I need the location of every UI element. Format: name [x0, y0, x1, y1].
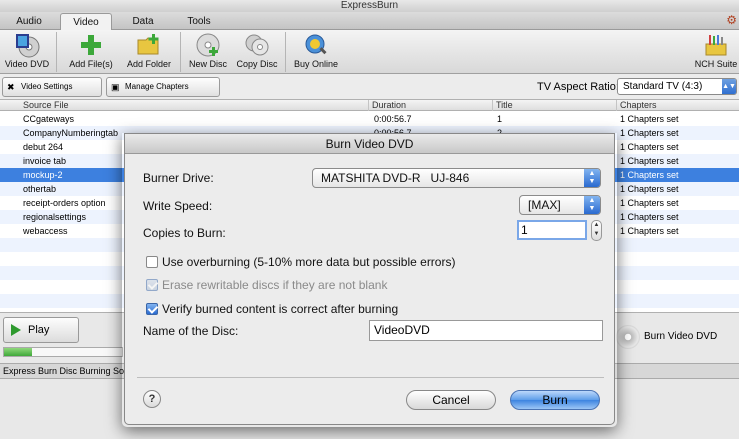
tab-data[interactable]: Data	[118, 13, 168, 30]
cell-title: 1	[497, 114, 503, 124]
list-header: Source File Duration Title Chapters	[0, 100, 739, 111]
help-button[interactable]: ?	[143, 390, 161, 408]
copies-input[interactable]: 1	[517, 220, 587, 240]
copies-stepper[interactable]: ▲ ▼	[591, 220, 602, 241]
buy-online-icon	[303, 32, 329, 58]
cell-file: CCgateways	[23, 114, 75, 124]
cancel-button[interactable]: Cancel	[406, 390, 496, 410]
progress-fill	[4, 348, 33, 356]
column-header-source[interactable]: Source File	[20, 100, 366, 111]
copies-label: Copies to Burn:	[143, 226, 226, 240]
new-disc-button[interactable]: New Disc	[186, 32, 230, 69]
column-header-chapters[interactable]: Chapters	[616, 100, 739, 111]
wrench-icon: ✖	[7, 82, 15, 92]
cell-chapters: 1 Chapters set	[620, 212, 679, 222]
cell-chapters: 1 Chapters set	[620, 156, 679, 166]
cell-chapters: 1 Chapters set	[620, 198, 679, 208]
tab-video[interactable]: Video	[60, 13, 112, 30]
disc-icon	[616, 325, 640, 349]
play-icon	[11, 324, 21, 336]
video-settings-button[interactable]: ✖ Video Settings	[2, 77, 102, 97]
cell-chapters: 1 Chapters set	[620, 114, 679, 124]
erase-label: Erase rewritable discs if they are not b…	[162, 278, 388, 292]
verify-checkbox[interactable]	[146, 303, 158, 315]
column-header-title[interactable]: Title	[492, 100, 614, 111]
buy-online-button[interactable]: Buy Online	[292, 32, 340, 69]
burn-dialog: Burn Video DVD Burner Drive: MATSHITA DV…	[124, 133, 615, 425]
burner-drive-select[interactable]: MATSHITA DVD-R UJ-846 ▲ ▼	[312, 168, 601, 188]
add-folder-icon	[136, 32, 162, 58]
dialog-title: Burn Video DVD	[125, 134, 614, 154]
progress-bar	[3, 347, 123, 357]
disc-name-label: Name of the Disc:	[143, 324, 239, 338]
new-disc-icon	[195, 32, 221, 58]
toolbar-separator	[285, 32, 286, 72]
tab-tools[interactable]: Tools	[174, 13, 224, 30]
aspect-ratio-select[interactable]: Standard TV (4:3) ▲▼	[617, 78, 737, 95]
manage-chapters-button[interactable]: ▣ Manage Chapters	[106, 77, 220, 97]
chevron-updown-icon: ▲▼	[722, 79, 736, 94]
column-header-duration[interactable]: Duration	[368, 100, 490, 111]
cell-chapters: 1 Chapters set	[620, 226, 679, 236]
add-folder-button[interactable]: Add Folder	[124, 32, 174, 69]
video-options-bar: ✖ Video Settings ▣ Manage Chapters TV As…	[0, 74, 739, 100]
table-row[interactable]: CCgateways 0:00:56.7 1 1 Chapters set	[0, 112, 739, 126]
cell-duration: 0:00:56.7	[374, 114, 412, 124]
overburn-checkbox[interactable]	[146, 256, 158, 268]
copy-disc-button[interactable]: Copy Disc	[234, 32, 280, 69]
verify-label: Verify burned content is correct after b…	[162, 302, 399, 316]
aspect-ratio-label: TV Aspect Ratio:	[537, 81, 619, 93]
chevron-updown-icon: ▲▼	[584, 196, 600, 214]
tab-audio[interactable]: Audio	[4, 13, 54, 30]
add-files-button[interactable]: Add File(s)	[64, 32, 118, 69]
chapters-icon: ▣	[111, 82, 120, 92]
write-speed-select[interactable]: [MAX] ▲ ▼	[519, 195, 601, 215]
burn-video-dvd-button[interactable]: Burn Video DVD	[614, 323, 738, 351]
overburn-label: Use overburning (5-10% more data but pos…	[162, 255, 456, 269]
copy-disc-icon	[244, 32, 270, 58]
cell-chapters: 1 Chapters set	[620, 184, 679, 194]
burner-drive-label: Burner Drive:	[143, 171, 214, 185]
chevron-updown-icon: ▲▼	[584, 169, 600, 187]
window-title: ExpressBurn	[0, 0, 739, 12]
add-file-icon	[78, 32, 104, 58]
nch-suite-icon	[703, 32, 729, 58]
toolbar-separator	[56, 32, 57, 72]
burn-button[interactable]: Burn	[510, 390, 600, 410]
video-dvd-icon	[14, 32, 40, 58]
gear-icon[interactable]: ⚙	[726, 13, 737, 27]
toolbar: Video DVD Add File(s) Add Folder New Dis…	[0, 30, 739, 74]
cell-chapters: 1 Chapters set	[620, 170, 679, 180]
video-dvd-button[interactable]: Video DVD	[4, 32, 50, 69]
cell-chapters: 1 Chapters set	[620, 142, 679, 152]
write-speed-label: Write Speed:	[143, 199, 213, 213]
tab-bar: Audio Video Data Tools ⚙	[0, 12, 739, 30]
cell-chapters: 1 Chapters set	[620, 128, 679, 138]
disc-name-input[interactable]: VideoDVD	[369, 320, 603, 341]
toolbar-separator	[180, 32, 181, 72]
play-button[interactable]: Play	[3, 317, 79, 343]
erase-checkbox	[146, 279, 158, 291]
nch-suite-button[interactable]: NCH Suite	[694, 32, 738, 69]
dialog-divider	[137, 377, 604, 378]
